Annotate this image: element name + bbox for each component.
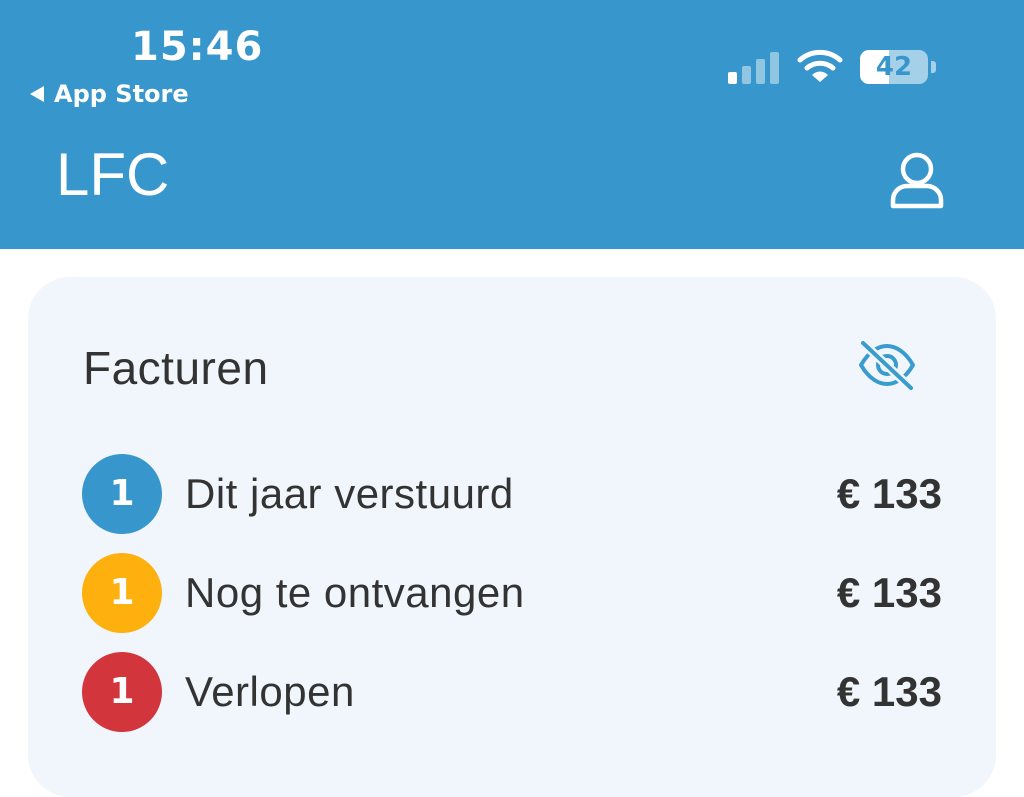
invoices-title: Facturen [83, 342, 269, 394]
app-header: 15:46 App Store 42 LFC [0, 0, 1024, 249]
row-amount: € 133 [836, 569, 942, 616]
battery-indicator: 42 [860, 50, 938, 84]
cellular-signal-icon [728, 52, 779, 84]
row-amount: € 133 [836, 668, 942, 715]
row-amount: € 133 [836, 470, 942, 517]
count-badge: 1 [82, 652, 162, 732]
battery-cap [931, 61, 936, 73]
battery-level: 42 [875, 52, 913, 82]
row-label: Nog te ontvangen [185, 569, 525, 616]
status-time: 15:46 [131, 24, 264, 70]
eye-slash-icon[interactable] [857, 339, 917, 391]
invoices-card: Facturen 1 Dit jaar verstuurd € 133 1 No… [28, 277, 996, 797]
back-to-app-store-link[interactable]: App Store [30, 80, 189, 108]
row-label: Verlopen [185, 668, 355, 715]
person-icon[interactable] [888, 150, 946, 210]
page-title: LFC [56, 141, 170, 208]
invoice-row-to-receive[interactable]: 1 Nog te ontvangen € 133 [82, 553, 942, 633]
row-label: Dit jaar verstuurd [185, 470, 514, 517]
battery-body: 42 [860, 50, 928, 84]
back-link-label: App Store [54, 80, 189, 108]
count-badge: 1 [82, 553, 162, 633]
invoice-row-sent-this-year[interactable]: 1 Dit jaar verstuurd € 133 [82, 454, 942, 534]
invoice-row-expired[interactable]: 1 Verlopen € 133 [82, 652, 942, 732]
count-badge: 1 [82, 454, 162, 534]
wifi-icon [797, 49, 843, 82]
back-arrow-icon [30, 86, 44, 102]
